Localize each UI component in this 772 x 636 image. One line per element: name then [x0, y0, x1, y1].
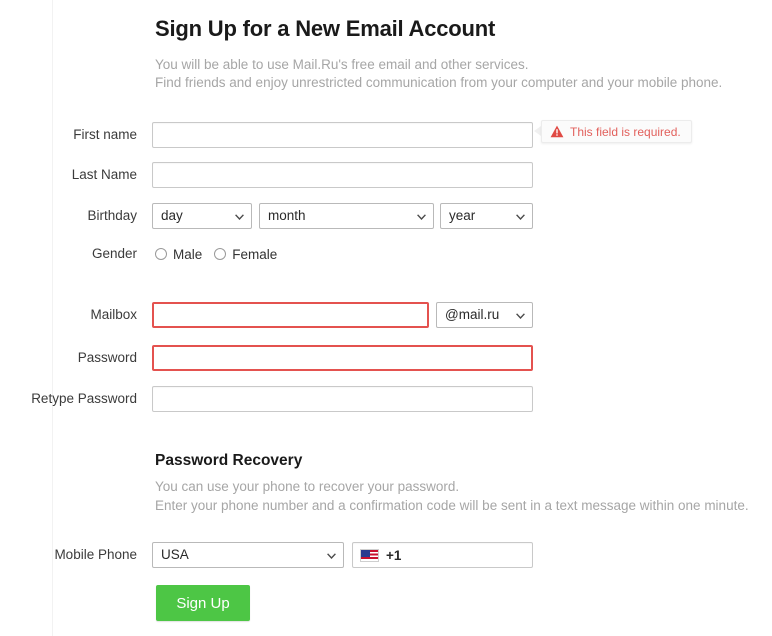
mailbox-domain-select[interactable]: @mail.ru — [436, 302, 533, 328]
first-name-input[interactable] — [152, 122, 533, 148]
password-label: Password — [77, 350, 137, 365]
radio-unchecked-icon[interactable] — [155, 248, 167, 260]
retype-password-input[interactable] — [152, 386, 533, 412]
mailbox-input[interactable] — [152, 302, 429, 328]
error-tooltip-arrow — [534, 126, 541, 136]
warning-triangle-icon — [550, 125, 564, 138]
gender-option-female-label: Female — [232, 246, 278, 262]
mailbox-label: Mailbox — [90, 307, 137, 322]
chevron-down-icon — [516, 204, 525, 228]
us-flag-icon — [360, 548, 379, 562]
first-name-error-tooltip: This field is required. — [541, 120, 692, 143]
chevron-down-icon — [235, 204, 244, 228]
radio-unchecked-icon[interactable] — [214, 248, 227, 260]
gender-option-female[interactable]: Female — [214, 247, 277, 262]
mailbox-domain-value: @mail.ru — [445, 307, 500, 322]
last-name-input[interactable] — [152, 162, 533, 188]
sign-up-button[interactable]: Sign Up — [156, 585, 250, 621]
gender-label: Gender — [91, 246, 137, 261]
retype-password-label: Retype Password — [31, 391, 137, 406]
chevron-down-icon — [516, 303, 525, 327]
password-input[interactable] — [152, 345, 533, 371]
birthday-month-select[interactable]: month — [259, 203, 434, 229]
birthday-label: Birthday — [87, 208, 137, 223]
recovery-line-2: Enter your phone number and a confirmati… — [155, 497, 749, 513]
first-name-error-text: This field is required. — [570, 124, 681, 139]
birthday-day-select[interactable]: day — [152, 203, 252, 229]
intro-line-2: Find friends and enjoy unrestricted comm… — [155, 75, 723, 90]
mobile-phone-dial-code: +1 — [386, 547, 402, 563]
mobile-phone-country-value: USA — [161, 547, 189, 562]
mobile-phone-label: Mobile Phone — [54, 547, 137, 562]
first-name-label: First name — [73, 127, 137, 142]
gender-radio-group: Male Female — [155, 241, 289, 267]
intro-line-1: You will be able to use Mail.Ru's free e… — [155, 57, 529, 72]
chevron-down-icon — [417, 204, 426, 228]
gender-option-male[interactable]: Male — [155, 247, 202, 262]
mobile-phone-country-select[interactable]: USA — [152, 542, 344, 568]
signup-page: Sign Up for a New Email Account You will… — [0, 0, 772, 636]
birthday-month-value: month — [268, 208, 306, 223]
page-title: Sign Up for a New Email Account — [155, 16, 496, 41]
gender-option-male-label: Male — [173, 246, 203, 262]
recovery-line-1: You can use your phone to recover your p… — [155, 479, 460, 494]
chevron-down-icon — [327, 543, 336, 567]
birthday-year-select[interactable]: year — [440, 203, 533, 229]
last-name-label: Last Name — [71, 167, 137, 182]
page-intro: You will be able to use Mail.Ru's free e… — [155, 56, 772, 92]
password-recovery-text: You can use your phone to recover your p… — [155, 478, 760, 515]
password-recovery-heading: Password Recovery — [155, 452, 303, 469]
mobile-phone-number-field[interactable]: +1 — [352, 542, 533, 568]
birthday-year-value: year — [449, 208, 476, 223]
birthday-day-value: day — [161, 208, 183, 223]
